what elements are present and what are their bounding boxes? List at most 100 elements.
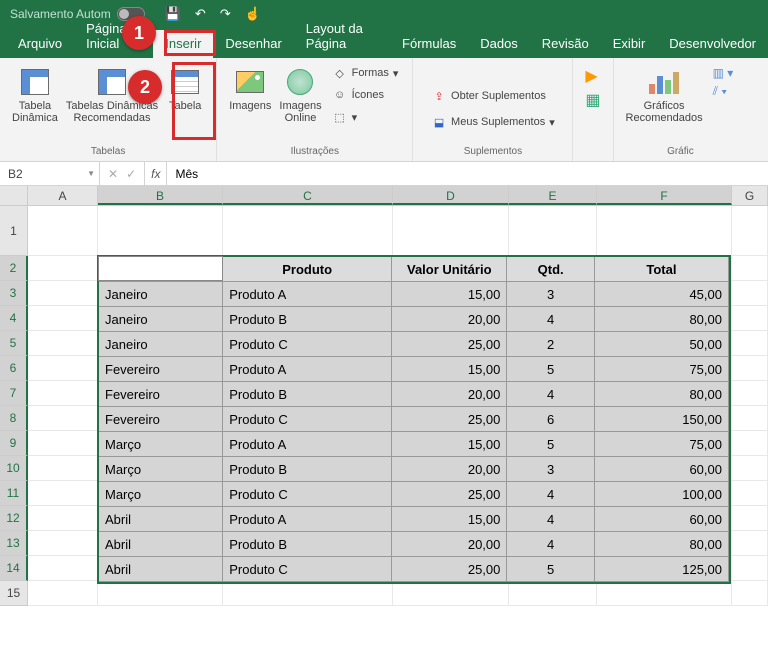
table-cell[interactable]: Fevereiro (99, 407, 223, 432)
cancel-formula-icon[interactable]: ✕ (108, 167, 118, 181)
cell[interactable] (732, 506, 768, 531)
table-cell[interactable]: 20,00 (392, 457, 507, 482)
redo-icon[interactable]: ↷ (220, 6, 231, 22)
tab-exibir[interactable]: Exibir (601, 30, 658, 58)
table-cell[interactable]: 5 (507, 557, 594, 582)
table-cell[interactable]: 15,00 (392, 507, 507, 532)
cell[interactable] (223, 206, 393, 256)
table-cell[interactable]: 25,00 (392, 557, 507, 582)
cell[interactable] (732, 456, 768, 481)
table-cell[interactable]: 5 (507, 357, 594, 382)
cell[interactable] (28, 431, 98, 456)
table-cell[interactable]: 25,00 (392, 482, 507, 507)
table-cell[interactable]: 4 (507, 507, 594, 532)
cell[interactable] (28, 456, 98, 481)
namebox-dropdown-icon[interactable]: ▼ (87, 169, 95, 178)
pivot-table-button[interactable]: Tabela Dinâmica (8, 62, 62, 126)
select-all-corner[interactable] (0, 186, 28, 205)
table-cell[interactable]: 20,00 (392, 307, 507, 332)
row-header[interactable]: 5 (0, 331, 28, 356)
line-chart-icon[interactable]: ⫽ ▾ (713, 84, 734, 99)
table-cell[interactable]: Produto B (223, 382, 392, 407)
table-cell[interactable]: 5 (507, 432, 594, 457)
column-header[interactable]: B (98, 186, 223, 205)
fx-icon[interactable]: fx (145, 162, 167, 185)
cell[interactable] (509, 206, 597, 256)
row-header[interactable]: 13 (0, 531, 28, 556)
cell[interactable] (732, 431, 768, 456)
cell[interactable] (28, 381, 98, 406)
cell[interactable] (509, 581, 597, 606)
bing-maps-icon[interactable]: ▶ (585, 66, 600, 86)
data-table[interactable]: MêsProdutoValor UnitárioQtd.TotalJaneiro… (97, 255, 731, 584)
table-cell[interactable]: Produto A (223, 357, 392, 382)
table-cell[interactable]: Produto B (223, 457, 392, 482)
table-cell[interactable]: 150,00 (595, 407, 729, 432)
table-cell[interactable]: 15,00 (392, 357, 507, 382)
table-cell[interactable]: Produto C (223, 557, 392, 582)
table-cell[interactable]: 4 (507, 482, 594, 507)
table-button[interactable]: Tabela (162, 62, 208, 114)
cell[interactable] (732, 281, 768, 306)
table-cell[interactable]: Produto B (223, 532, 392, 557)
table-cell[interactable]: 4 (507, 382, 594, 407)
my-addins-button[interactable]: ⬓Meus Suplementos ▾ (431, 113, 555, 131)
row-header[interactable]: 12 (0, 506, 28, 531)
table-cell[interactable]: 80,00 (595, 307, 729, 332)
cell[interactable] (732, 531, 768, 556)
shapes-button[interactable]: ◇Formas ▾ (332, 64, 399, 82)
spreadsheet-grid[interactable]: ABCDEFG 123456789101112131415 MêsProduto… (0, 186, 768, 606)
table-cell[interactable]: Produto A (223, 432, 392, 457)
cell[interactable] (98, 206, 223, 256)
cell[interactable] (223, 581, 393, 606)
tab-dados[interactable]: Dados (468, 30, 530, 58)
table-cell[interactable]: 2 (507, 332, 594, 357)
images-button[interactable]: Imagens (225, 62, 275, 114)
cell[interactable] (393, 581, 509, 606)
cell[interactable] (732, 556, 768, 581)
table-cell[interactable]: 100,00 (595, 482, 729, 507)
table-cell[interactable]: Março (99, 457, 223, 482)
row-header[interactable]: 9 (0, 431, 28, 456)
cell[interactable] (393, 206, 509, 256)
table-cell[interactable]: 6 (507, 407, 594, 432)
formula-input[interactable] (167, 162, 768, 185)
table-header-cell[interactable]: Valor Unitário (392, 257, 507, 282)
cell[interactable] (28, 506, 98, 531)
cell[interactable] (732, 481, 768, 506)
table-cell[interactable]: Fevereiro (99, 382, 223, 407)
row-header[interactable]: 15 (0, 581, 28, 606)
cell[interactable] (28, 556, 98, 581)
row-header[interactable]: 8 (0, 406, 28, 431)
tab-layout[interactable]: Layout da Página (294, 15, 390, 58)
cell[interactable] (732, 581, 768, 606)
touch-mode-icon[interactable]: ☝ (245, 6, 261, 22)
cell[interactable] (28, 356, 98, 381)
cell[interactable] (28, 406, 98, 431)
row-header[interactable]: 4 (0, 306, 28, 331)
cell[interactable] (98, 581, 223, 606)
tab-revisao[interactable]: Revisão (530, 30, 601, 58)
table-header-cell[interactable]: Qtd. (507, 257, 594, 282)
table-cell[interactable]: 80,00 (595, 532, 729, 557)
cell[interactable] (28, 581, 98, 606)
row-header[interactable]: 10 (0, 456, 28, 481)
tab-formulas[interactable]: Fórmulas (390, 30, 468, 58)
name-box[interactable]: B2 ▼ (0, 162, 100, 185)
column-header[interactable]: C (223, 186, 393, 205)
cell[interactable] (28, 331, 98, 356)
table-cell[interactable]: 25,00 (392, 407, 507, 432)
table-cell[interactable]: 60,00 (595, 457, 729, 482)
column-header[interactable]: F (597, 186, 732, 205)
recommended-charts-button[interactable]: Gráficos Recomendados (622, 62, 707, 126)
table-cell[interactable]: 25,00 (392, 332, 507, 357)
table-cell[interactable]: 20,00 (392, 382, 507, 407)
cell[interactable] (28, 481, 98, 506)
cell[interactable] (732, 331, 768, 356)
cell[interactable] (28, 531, 98, 556)
cell[interactable] (28, 281, 98, 306)
table-cell[interactable]: Fevereiro (99, 357, 223, 382)
table-cell[interactable]: Produto A (223, 282, 392, 307)
table-cell[interactable]: 75,00 (595, 432, 729, 457)
table-cell[interactable]: 15,00 (392, 282, 507, 307)
